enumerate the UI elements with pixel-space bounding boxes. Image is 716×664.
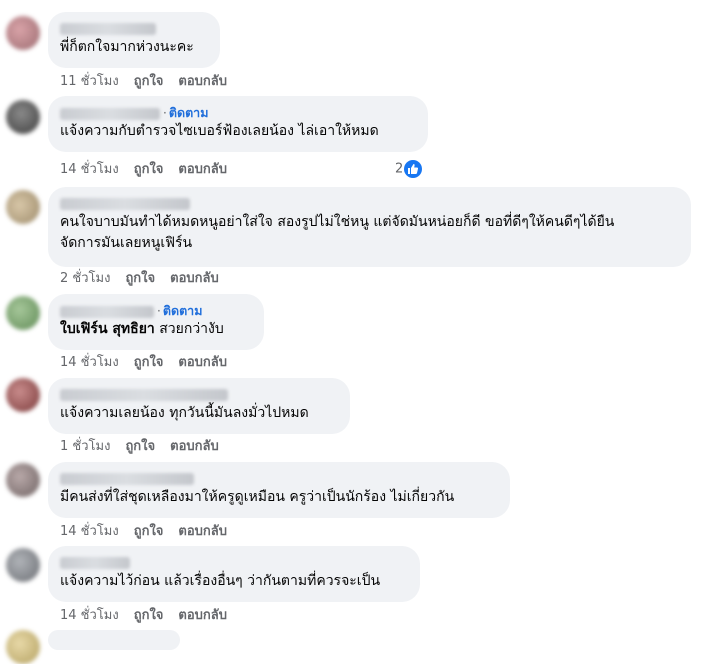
- comment-actions: 14 ชั่วโมง ถูกใจ ตอบกลับ: [60, 523, 242, 541]
- reply-button[interactable]: ตอบกลับ: [178, 608, 227, 623]
- comment-text: แจ้งความกับตำรวจไซเบอร์ฟ้องเลยน้อง ไล่เอ…: [60, 123, 379, 139]
- comment-time[interactable]: 14 ชั่วโมง: [60, 162, 119, 177]
- avatar[interactable]: [6, 296, 40, 330]
- comment-bubble: [48, 630, 180, 650]
- like-button[interactable]: ถูกใจ: [134, 74, 164, 89]
- follow-button[interactable]: ติดตาม: [163, 303, 203, 318]
- comment-time[interactable]: 11 ชั่วโมง: [60, 74, 119, 89]
- comment-bubble: · ติดตาม ใบเฟิร์น สุทธิยา สวยกว่างับ: [48, 294, 264, 350]
- thumbs-up-icon: [404, 160, 423, 178]
- commenter-name[interactable]: · ติดตาม: [60, 302, 252, 319]
- reaction-number: 2: [395, 161, 404, 177]
- commenter-name[interactable]: [60, 20, 208, 37]
- comment-bubble: แจ้งความไว้ก่อน แล้วเรื่องอื่นๆ ว่ากันตา…: [48, 546, 420, 602]
- commenter-name[interactable]: [60, 195, 679, 212]
- comment-bubble: มีคนส่งที่ใส่ชุดเหลืองมาให้ครูดูเหมือน ค…: [48, 462, 510, 518]
- like-button[interactable]: ถูกใจ: [134, 608, 164, 623]
- comment-actions: 14 ชั่วโมง ถูกใจ ตอบกลับ: [60, 161, 242, 179]
- reply-button[interactable]: ตอบกลับ: [178, 74, 227, 89]
- comment-actions: 1 ชั่วโมง ถูกใจ ตอบกลับ: [60, 438, 234, 456]
- like-button[interactable]: ถูกใจ: [134, 524, 164, 539]
- comment-actions: 11 ชั่วโมง ถูกใจ ตอบกลับ: [60, 73, 242, 91]
- comment-bubble: · ติดตาม แจ้งความกับตำรวจไซเบอร์ฟ้องเลยน้…: [48, 96, 428, 152]
- comment-time[interactable]: 1 ชั่วโมง: [60, 439, 110, 454]
- comment-actions: 14 ชั่วโมง ถูกใจ ตอบกลับ: [60, 607, 242, 625]
- commenter-name[interactable]: [60, 554, 408, 571]
- avatar[interactable]: [6, 630, 40, 664]
- reaction-count[interactable]: 2: [395, 160, 423, 178]
- comment-text: มีคนส่งที่ใส่ชุดเหลืองมาให้ครูดูเหมือน ค…: [60, 489, 455, 505]
- comment-text: แจ้งความเลยน้อง ทุกวันนี้มันลงมั่วไปหมด: [60, 405, 309, 421]
- like-button[interactable]: ถูกใจ: [134, 162, 164, 177]
- comment-text-line: คนใจบาบมันทำได้หมดหนูอย่าใส่ใจ สองรูปไม่…: [60, 214, 615, 230]
- commenter-name[interactable]: [60, 386, 338, 403]
- comment-actions: 2 ชั่วโมง ถูกใจ ตอบกลับ: [60, 270, 234, 288]
- avatar[interactable]: [6, 16, 40, 50]
- comment-actions: 14 ชั่วโมง ถูกใจ ตอบกลับ: [60, 354, 242, 372]
- commenter-name[interactable]: [60, 470, 498, 487]
- reply-button[interactable]: ตอบกลับ: [170, 271, 219, 286]
- comment-bubble: พี่ก็ตกใจมากห่วงนะคะ: [48, 12, 220, 68]
- comment-text-line: จัดการมันเลยหนูเฟิร์น: [60, 235, 193, 251]
- like-button[interactable]: ถูกใจ: [125, 439, 155, 454]
- avatar[interactable]: [6, 378, 40, 412]
- comment-time[interactable]: 14 ชั่วโมง: [60, 608, 119, 623]
- comment-bubble: คนใจบาบมันทำได้หมดหนูอย่าใส่ใจ สองรูปไม่…: [48, 187, 691, 267]
- comment-text: พี่ก็ตกใจมากห่วงนะคะ: [60, 39, 194, 55]
- comment-time[interactable]: 14 ชั่วโมง: [60, 524, 119, 539]
- comment-time[interactable]: 2 ชั่วโมง: [60, 271, 110, 286]
- reply-button[interactable]: ตอบกลับ: [178, 524, 227, 539]
- comment-text: ใบเฟิร์น สุทธิยา สวยกว่างับ: [60, 319, 252, 340]
- like-button[interactable]: ถูกใจ: [134, 355, 164, 370]
- comment-text: แจ้งความไว้ก่อน แล้วเรื่องอื่นๆ ว่ากันตา…: [60, 573, 381, 589]
- commenter-name[interactable]: · ติดตาม: [60, 104, 416, 121]
- follow-button[interactable]: ติดตาม: [169, 105, 209, 120]
- comment-text-body: สวยกว่างับ: [159, 321, 224, 337]
- avatar[interactable]: [6, 100, 40, 134]
- avatar[interactable]: [6, 463, 40, 497]
- like-button[interactable]: ถูกใจ: [125, 271, 155, 286]
- reply-button[interactable]: ตอบกลับ: [170, 439, 219, 454]
- avatar[interactable]: [6, 548, 40, 582]
- avatar[interactable]: [6, 190, 40, 224]
- comment-time[interactable]: 14 ชั่วโมง: [60, 355, 119, 370]
- mention-link[interactable]: ใบเฟิร์น สุทธิยา: [60, 321, 155, 337]
- comment-bubble: แจ้งความเลยน้อง ทุกวันนี้มันลงมั่วไปหมด: [48, 378, 350, 434]
- reply-button[interactable]: ตอบกลับ: [178, 162, 227, 177]
- reply-button[interactable]: ตอบกลับ: [178, 355, 227, 370]
